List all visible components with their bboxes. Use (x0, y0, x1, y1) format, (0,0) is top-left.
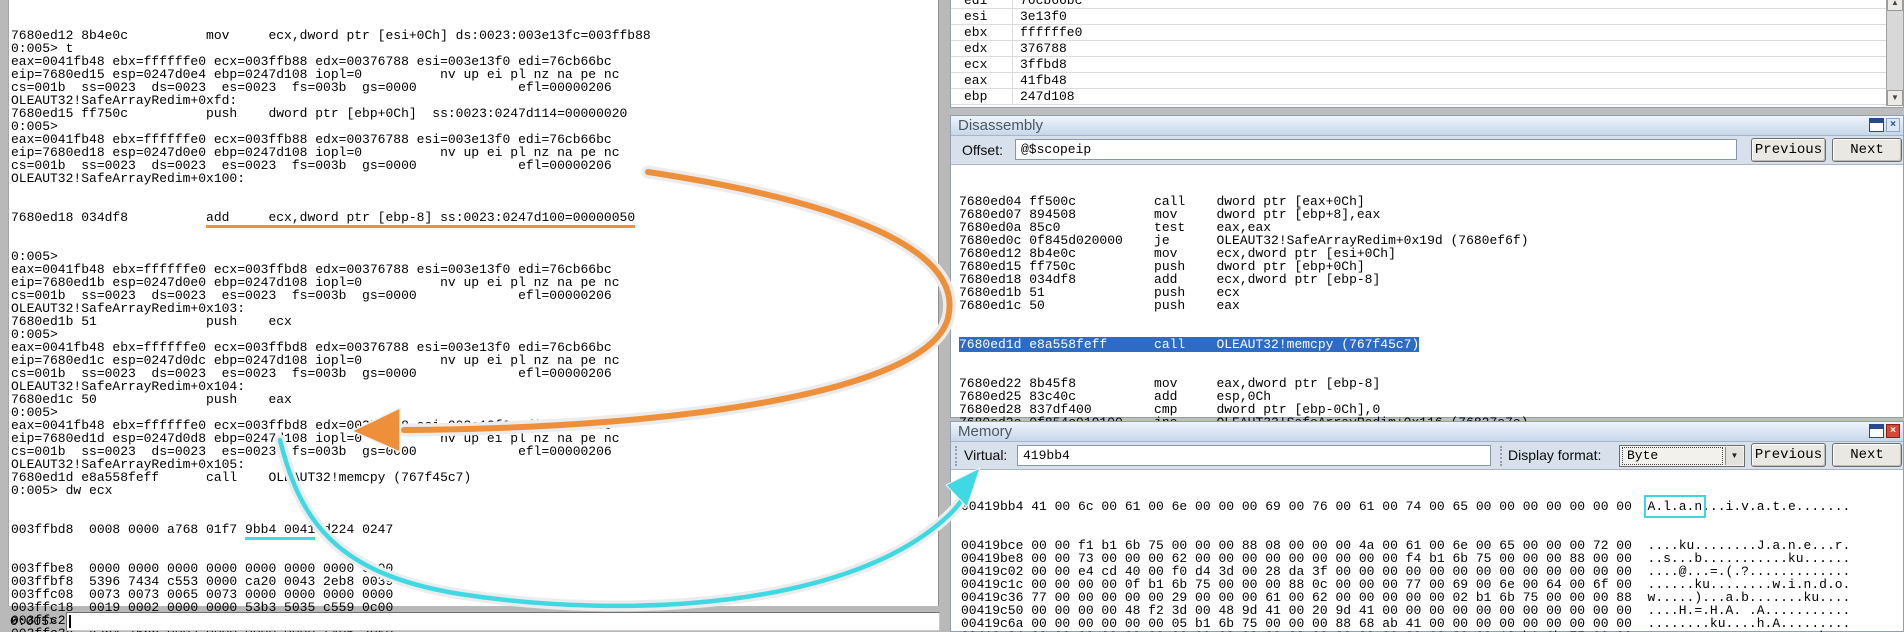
offset-input[interactable] (1015, 139, 1737, 160)
display-format-dropdown[interactable]: Byte ▼ (1619, 445, 1745, 467)
memory-panel: Memory × Virtual: Display format: Byte ▼… (950, 421, 1904, 632)
register-row[interactable]: esi 3e13f0 (951, 9, 1886, 25)
command-window: 7680ed12 8b4e0c mov ecx,dword ptr [esi+0… (0, 0, 950, 632)
disassembly-panel: Disassembly × Offset: Previous Next 7680… (950, 115, 1904, 418)
toolbar-gripper-icon (955, 446, 959, 466)
memory-previous-button[interactable]: Previous (1751, 443, 1826, 467)
console-line-dw-output: 003ffbd8 0008 0000 a768 01f7 9bb4 0041 d… (11, 523, 651, 536)
scroll-down-icon[interactable]: ▼ (1887, 90, 1903, 106)
disassembly-row-selected[interactable]: 7680ed1d e8a558feff call OLEAUT32!memcpy… (959, 338, 1903, 351)
dock-window-icon[interactable] (1869, 424, 1884, 438)
memory-title: Memory (958, 423, 1012, 440)
command-prompt-bar: 0:005> (8, 612, 940, 632)
virtual-label: Virtual: (964, 447, 1007, 463)
disassembly-title: Disassembly (958, 117, 1043, 134)
registers-scrollbar[interactable]: ▲ ▼ (1886, 0, 1903, 106)
selected-instruction: 7680ed1d e8a558feff call OLEAUT32!memcpy… (959, 337, 1419, 352)
disassembly-row[interactable]: 7680ed1c 50 push eax (959, 299, 1903, 312)
dw-line-prefix: 003ffbd8 0008 0000 a768 01f7 (11, 522, 245, 537)
chevron-down-icon[interactable]: ▼ (1725, 447, 1743, 465)
dw-line-cyan-underlined: 9bb4 0041 (245, 522, 315, 537)
text-caret (69, 615, 71, 628)
disassembly-previous-button[interactable]: Previous (1751, 138, 1826, 162)
memory-toolbar: Virtual: Display format: Byte ▼ Previous… (951, 442, 1903, 470)
dock-window-icon[interactable] (1869, 118, 1884, 132)
console-output-line: 0:005> dw ecx (11, 484, 651, 497)
register-row[interactable]: edx 376788 (951, 41, 1886, 57)
console-line-add-instruction: 7680ed18 034df8 add ecx,dword ptr [ebp-8… (11, 211, 651, 224)
add-line-prefix: 7680ed18 034df8 (11, 210, 206, 225)
console-output-line: 7680ed1b 51 push ecx (11, 315, 651, 328)
display-format-value: Byte (1623, 448, 1722, 464)
registers-panel: edi 76cb66bc esi 3e13f0 ebx ffffffe0 edx… (950, 0, 1904, 108)
register-row[interactable]: ebx ffffffe0 (951, 25, 1886, 41)
memory-title-bar: Memory × (951, 422, 1903, 442)
memory-row-ascii: ...i.v.a.t.e....... (1702, 499, 1850, 514)
console-output-line: OLEAUT32!SafeArrayRedim+0x100: (11, 172, 651, 185)
memory-row-first[interactable]: 00419bb4 41 00 6c 00 61 00 6e 00 00 00 6… (961, 500, 1903, 513)
console-output-line: 7680ed1c 50 push eax (11, 393, 651, 406)
command-output-text: 7680ed12 8b4e0c mov ecx,dword ptr [esi+0… (11, 3, 651, 632)
prompt-label: 0:005> (10, 615, 57, 628)
virtual-address-input[interactable] (1017, 445, 1491, 466)
disassembly-toolbar: Offset: Previous Next (951, 136, 1903, 165)
registers-list: edi 76cb66bc esi 3e13f0 ebx ffffffe0 edx… (951, 0, 1886, 105)
disassembly-next-button[interactable]: Next (1832, 138, 1902, 162)
dw-line-suffix: d224 0247 (315, 522, 393, 537)
close-icon[interactable]: × (1886, 118, 1900, 132)
disassembly-listing: 7680ed04 ff500c call dword ptr [eax+0Ch]… (951, 166, 1903, 417)
command-input[interactable] (66, 612, 940, 631)
console-output-line: 7680ed12 8b4e0c mov ecx,dword ptr [esi+0… (11, 29, 651, 42)
register-row[interactable]: ecx 3ffbd8 (951, 57, 1886, 73)
register-row[interactable]: eax 41fb48 (951, 73, 1886, 89)
console-output-line: 7680ed15 ff750c push dword ptr [ebp+0Ch]… (11, 107, 651, 120)
offset-label: Offset: (962, 142, 1003, 158)
memory-row-hex: 00419bb4 41 00 6c 00 61 00 6e 00 00 00 6… (961, 499, 1648, 514)
command-output-area[interactable]: 7680ed12 8b4e0c mov ecx,dword ptr [esi+0… (8, 0, 939, 606)
register-row[interactable]: ebp 247d108 (951, 89, 1886, 105)
close-icon[interactable]: × (1886, 424, 1900, 438)
register-row[interactable]: edi 76cb66bc (951, 0, 1886, 9)
toolbar-gripper-icon (1500, 446, 1504, 466)
memory-next-button[interactable]: Next (1832, 443, 1902, 467)
ascii-highlight-box: A.l.a.n (1648, 499, 1703, 514)
memory-dump: 00419bb4 41 00 6c 00 61 00 6e 00 00 00 6… (951, 471, 1903, 631)
disassembly-title-bar: Disassembly × (951, 116, 1903, 136)
add-line-orange-underlined: add ecx,dword ptr [ebp-8] ss:0023:0247d1… (206, 210, 635, 225)
display-format-label: Display format: (1508, 447, 1601, 463)
scroll-up-icon[interactable]: ▲ (1887, 0, 1903, 11)
